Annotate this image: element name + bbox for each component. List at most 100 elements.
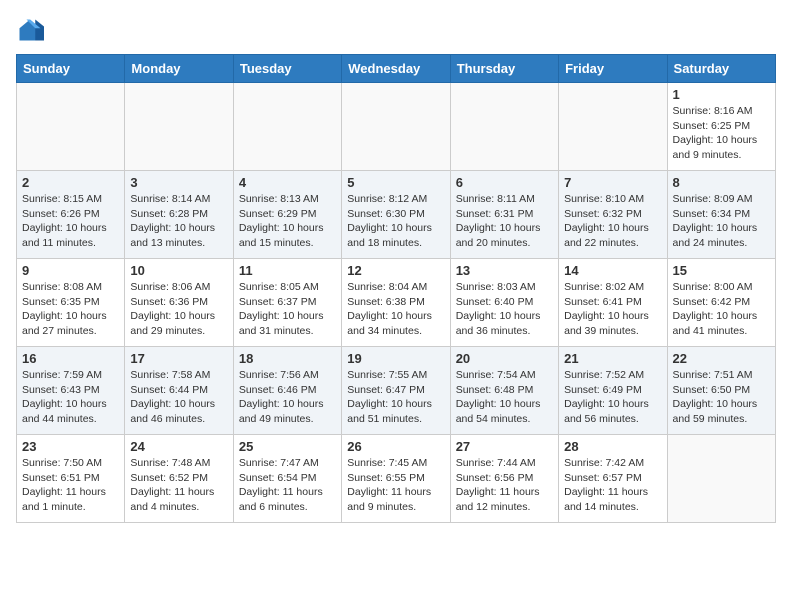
calendar-cell — [17, 83, 125, 171]
page-header — [16, 16, 776, 44]
day-of-week-header: Monday — [125, 55, 233, 83]
day-of-week-header: Saturday — [667, 55, 775, 83]
calendar-cell: 28Sunrise: 7:42 AM Sunset: 6:57 PM Dayli… — [559, 435, 667, 523]
day-number: 8 — [673, 175, 770, 190]
calendar-cell: 26 Sunrise: 7:45 AM Sunset: 6:55 PM Dayli… — [342, 435, 450, 523]
calendar-cell — [125, 83, 233, 171]
calendar-header-row: SundayMondayTuesdayWednesdayThursdayFrid… — [17, 55, 776, 83]
calendar-week-row: 1 Sunrise: 8:16 AM Sunset: 6:25 PM Daylig… — [17, 83, 776, 171]
calendar-cell: 15 Sunrise: 8:00 AM Sunset: 6:42 PM Dayli… — [667, 259, 775, 347]
calendar-cell: 22 Sunrise: 7:51 AM Sunset: 6:50 PM Dayli… — [667, 347, 775, 435]
day-number: 2 — [22, 175, 119, 190]
day-number: 15 — [673, 263, 770, 278]
calendar-cell: 14 Sunrise: 8:02 AM Sunset: 6:41 PM Dayli… — [559, 259, 667, 347]
calendar-table: SundayMondayTuesdayWednesdayThursdayFrid… — [16, 54, 776, 523]
calendar-cell: 4Sunrise: 8:13 AM Sunset: 6:29 PM Daylig… — [233, 171, 341, 259]
day-detail: Sunrise: 8:04 AM Sunset: 6:38 PM Dayligh… — [347, 280, 444, 339]
day-number: 9 — [22, 263, 119, 278]
calendar-cell: 3Sunrise: 8:14 AM Sunset: 6:28 PM Daylig… — [125, 171, 233, 259]
calendar-cell: 8 Sunrise: 8:09 AM Sunset: 6:34 PM Daylig… — [667, 171, 775, 259]
day-detail: Sunrise: 7:58 AM Sunset: 6:44 PM Dayligh… — [130, 368, 227, 427]
day-number: 12 — [347, 263, 444, 278]
calendar-cell: 21 Sunrise: 7:52 AM Sunset: 6:49 PM Dayli… — [559, 347, 667, 435]
calendar-cell: 1 Sunrise: 8:16 AM Sunset: 6:25 PM Daylig… — [667, 83, 775, 171]
calendar-cell: 2 Sunrise: 8:15 AM Sunset: 6:26 PM Daylig… — [17, 171, 125, 259]
calendar-cell: 5 Sunrise: 8:12 AM Sunset: 6:30 PM Daylig… — [342, 171, 450, 259]
calendar-cell: 25 Sunrise: 7:47 AM Sunset: 6:54 PM Dayli… — [233, 435, 341, 523]
day-number: 11 — [239, 263, 336, 278]
day-number: 4 — [239, 175, 336, 190]
day-of-week-header: Tuesday — [233, 55, 341, 83]
day-number: 18 — [239, 351, 336, 366]
calendar-cell: 27 Sunrise: 7:44 AM Sunset: 6:56 PM Dayli… — [450, 435, 558, 523]
calendar-cell — [667, 435, 775, 523]
calendar-cell: 16 Sunrise: 7:59 AM Sunset: 6:43 PM Dayli… — [17, 347, 125, 435]
day-detail: Sunrise: 7:42 AM Sunset: 6:57 PM Dayligh… — [564, 456, 661, 515]
day-detail: Sunrise: 7:50 AM Sunset: 6:51 PM Dayligh… — [22, 456, 119, 515]
calendar-cell: 11 Sunrise: 8:05 AM Sunset: 6:37 PM Dayli… — [233, 259, 341, 347]
day-detail: Sunrise: 7:45 AM Sunset: 6:55 PM Dayligh… — [347, 456, 444, 515]
day-detail: Sunrise: 8:02 AM Sunset: 6:41 PM Dayligh… — [564, 280, 661, 339]
logo-icon — [16, 16, 44, 44]
calendar-cell: 13 Sunrise: 8:03 AM Sunset: 6:40 PM Dayli… — [450, 259, 558, 347]
day-detail: Sunrise: 7:52 AM Sunset: 6:49 PM Dayligh… — [564, 368, 661, 427]
day-detail: Sunrise: 8:10 AM Sunset: 6:32 PM Dayligh… — [564, 192, 661, 251]
day-number: 14 — [564, 263, 661, 278]
calendar-cell: 23 Sunrise: 7:50 AM Sunset: 6:51 PM Dayli… — [17, 435, 125, 523]
day-number: 17 — [130, 351, 227, 366]
day-detail: Sunrise: 8:12 AM Sunset: 6:30 PM Dayligh… — [347, 192, 444, 251]
day-detail: Sunrise: 7:54 AM Sunset: 6:48 PM Dayligh… — [456, 368, 553, 427]
calendar-week-row: 2 Sunrise: 8:15 AM Sunset: 6:26 PM Daylig… — [17, 171, 776, 259]
day-detail: Sunrise: 8:09 AM Sunset: 6:34 PM Dayligh… — [673, 192, 770, 251]
day-of-week-header: Thursday — [450, 55, 558, 83]
day-number: 7 — [564, 175, 661, 190]
day-detail: Sunrise: 8:14 AM Sunset: 6:28 PM Dayligh… — [130, 192, 227, 251]
calendar-cell — [559, 83, 667, 171]
day-number: 13 — [456, 263, 553, 278]
calendar-cell: 17 Sunrise: 7:58 AM Sunset: 6:44 PM Dayli… — [125, 347, 233, 435]
calendar-cell: 18Sunrise: 7:56 AM Sunset: 6:46 PM Dayli… — [233, 347, 341, 435]
day-number: 10 — [130, 263, 227, 278]
calendar-cell: 20 Sunrise: 7:54 AM Sunset: 6:48 PM Dayli… — [450, 347, 558, 435]
calendar-cell — [233, 83, 341, 171]
day-detail: Sunrise: 8:03 AM Sunset: 6:40 PM Dayligh… — [456, 280, 553, 339]
day-of-week-header: Wednesday — [342, 55, 450, 83]
calendar-cell — [342, 83, 450, 171]
calendar-week-row: 9 Sunrise: 8:08 AM Sunset: 6:35 PM Daylig… — [17, 259, 776, 347]
day-detail: Sunrise: 8:15 AM Sunset: 6:26 PM Dayligh… — [22, 192, 119, 251]
day-detail: Sunrise: 7:59 AM Sunset: 6:43 PM Dayligh… — [22, 368, 119, 427]
day-of-week-header: Friday — [559, 55, 667, 83]
day-number: 27 — [456, 439, 553, 454]
day-number: 19 — [347, 351, 444, 366]
day-number: 24 — [130, 439, 227, 454]
calendar-week-row: 16 Sunrise: 7:59 AM Sunset: 6:43 PM Dayli… — [17, 347, 776, 435]
calendar-cell: 9 Sunrise: 8:08 AM Sunset: 6:35 PM Daylig… — [17, 259, 125, 347]
calendar-cell: 12 Sunrise: 8:04 AM Sunset: 6:38 PM Dayli… — [342, 259, 450, 347]
logo — [16, 16, 48, 44]
day-detail: Sunrise: 7:55 AM Sunset: 6:47 PM Dayligh… — [347, 368, 444, 427]
day-detail: Sunrise: 8:11 AM Sunset: 6:31 PM Dayligh… — [456, 192, 553, 251]
day-detail: Sunrise: 7:47 AM Sunset: 6:54 PM Dayligh… — [239, 456, 336, 515]
day-detail: Sunrise: 7:44 AM Sunset: 6:56 PM Dayligh… — [456, 456, 553, 515]
day-number: 20 — [456, 351, 553, 366]
day-number: 21 — [564, 351, 661, 366]
calendar-cell: 19 Sunrise: 7:55 AM Sunset: 6:47 PM Dayli… — [342, 347, 450, 435]
calendar-cell: 7 Sunrise: 8:10 AM Sunset: 6:32 PM Daylig… — [559, 171, 667, 259]
day-number: 5 — [347, 175, 444, 190]
day-number: 26 — [347, 439, 444, 454]
day-detail: Sunrise: 8:00 AM Sunset: 6:42 PM Dayligh… — [673, 280, 770, 339]
day-detail: Sunrise: 8:08 AM Sunset: 6:35 PM Dayligh… — [22, 280, 119, 339]
day-detail: Sunrise: 8:05 AM Sunset: 6:37 PM Dayligh… — [239, 280, 336, 339]
day-detail: Sunrise: 8:16 AM Sunset: 6:25 PM Dayligh… — [673, 104, 770, 163]
calendar-cell: 10 Sunrise: 8:06 AM Sunset: 6:36 PM Dayli… — [125, 259, 233, 347]
day-number: 16 — [22, 351, 119, 366]
day-of-week-header: Sunday — [17, 55, 125, 83]
day-number: 22 — [673, 351, 770, 366]
day-detail: Sunrise: 7:51 AM Sunset: 6:50 PM Dayligh… — [673, 368, 770, 427]
day-detail: Sunrise: 8:06 AM Sunset: 6:36 PM Dayligh… — [130, 280, 227, 339]
day-number: 1 — [673, 87, 770, 102]
calendar-cell: 24Sunrise: 7:48 AM Sunset: 6:52 PM Dayli… — [125, 435, 233, 523]
calendar-cell — [450, 83, 558, 171]
day-number: 25 — [239, 439, 336, 454]
day-number: 23 — [22, 439, 119, 454]
